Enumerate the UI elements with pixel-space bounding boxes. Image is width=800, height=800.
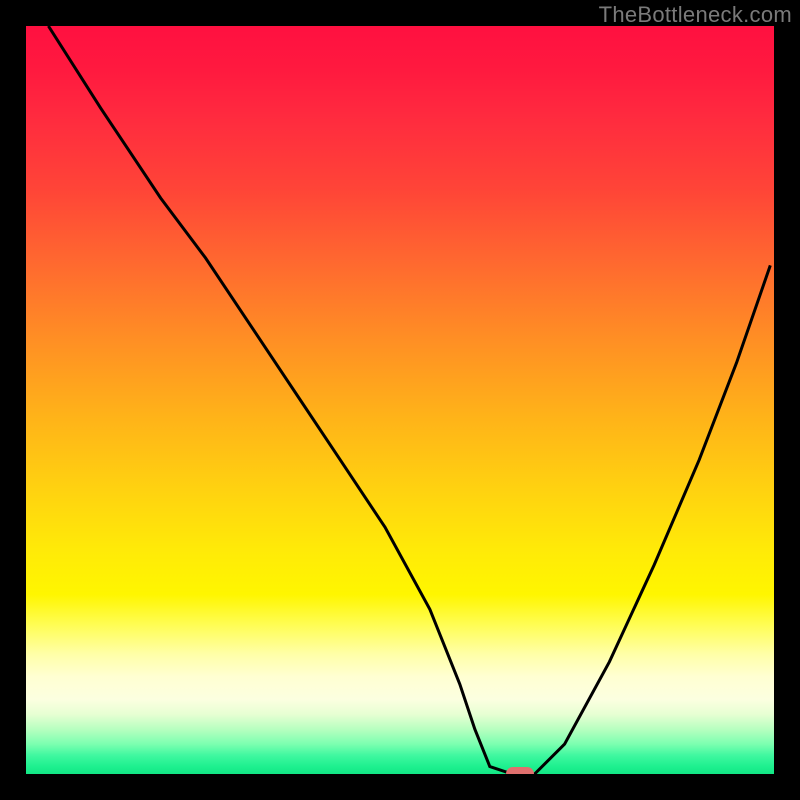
- chart-frame: TheBottleneck.com: [0, 0, 800, 800]
- watermark-text: TheBottleneck.com: [599, 2, 792, 28]
- plot-area: [26, 26, 774, 774]
- curve-svg: [26, 26, 774, 774]
- optimal-marker: [506, 767, 534, 774]
- bottleneck-curve: [48, 26, 770, 774]
